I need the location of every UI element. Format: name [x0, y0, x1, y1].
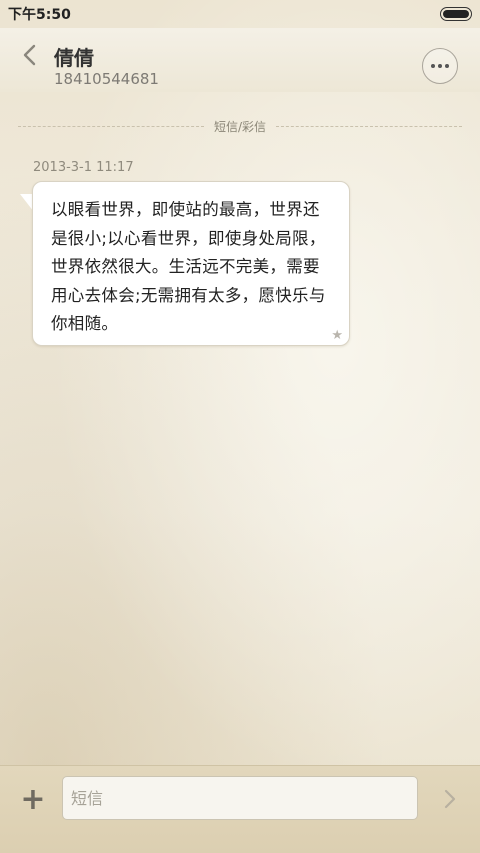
- more-dots-icon: [431, 64, 435, 68]
- compose-bar: +: [0, 765, 480, 853]
- message-bubble[interactable]: 以眼看世界，即使站的最高，世界还是很小;以心看世界，即使身处局限，世界依然很大。…: [32, 181, 350, 346]
- star-icon: ★: [331, 328, 343, 343]
- message-text: 以眼看世界，即使站的最高，世界还是很小;以心看世界，即使身处局限，世界依然很大。…: [51, 200, 326, 333]
- contact-number: 18410544681: [54, 70, 159, 88]
- message-type-divider: 短信/彩信: [18, 116, 463, 136]
- chevron-left-icon: [23, 44, 36, 66]
- battery-icon: [440, 7, 472, 21]
- sms-thread-screen: 下午5:50 倩倩 18410544681 短信/彩信 2013-3-1 11:…: [0, 0, 480, 853]
- more-options-button[interactable]: [422, 48, 458, 84]
- back-button[interactable]: [16, 40, 42, 70]
- message-input[interactable]: [62, 776, 418, 820]
- send-button[interactable]: [438, 784, 462, 814]
- chevron-right-icon: [444, 789, 456, 809]
- plus-icon: +: [20, 781, 46, 817]
- attach-button[interactable]: +: [20, 781, 46, 817]
- message-timestamp: 2013-3-1 11:17: [33, 160, 134, 175]
- thread-header: 倩倩 18410544681: [0, 28, 480, 92]
- status-time: 下午5:50: [8, 7, 71, 23]
- contact-name: 倩倩: [54, 46, 94, 70]
- status-bar: 下午5:50: [0, 0, 480, 28]
- divider-label: 短信/彩信: [213, 119, 267, 134]
